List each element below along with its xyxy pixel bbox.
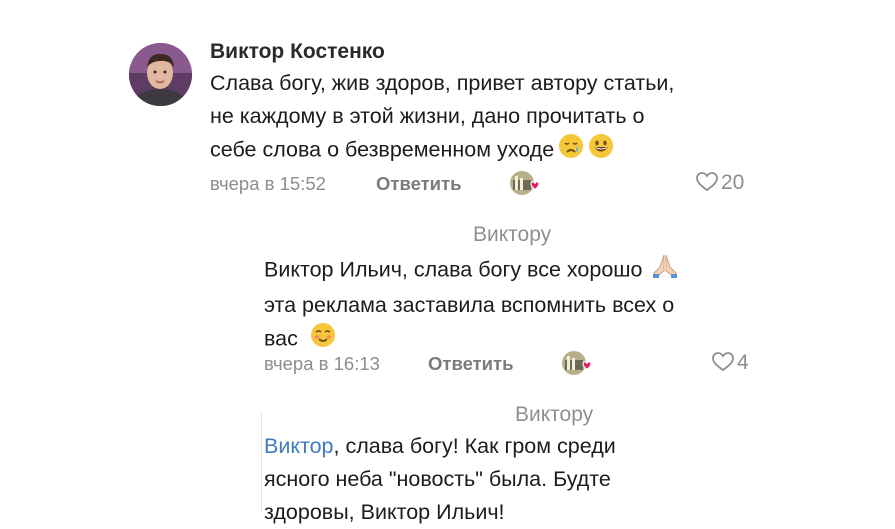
reply-to-label[interactable]: Виктору — [473, 223, 551, 247]
reply-text-line: ясного неба "новость" была. Будте — [264, 467, 611, 491]
reply-button[interactable]: Ответить — [428, 353, 514, 375]
reaction-avatar[interactable] — [561, 350, 592, 376]
reply-button[interactable]: Ответить — [376, 173, 462, 195]
crying-face-icon — [558, 133, 584, 169]
comment-text: Слава богу, жив здоров, привет автору ст… — [210, 67, 674, 169]
reply-text-line-content: Виктор Ильич, слава богу все хорошо — [264, 257, 643, 282]
reply-text-line: эта реклама заставила вспомнить всех о — [264, 293, 675, 317]
grinning-face-icon — [588, 133, 614, 169]
reaction-avatar[interactable] — [509, 170, 540, 196]
like-button[interactable]: 20 — [696, 171, 744, 195]
reply-text-line-content: вас — [264, 326, 298, 351]
comment-text-line: Слава богу, жив здоров, привет автору ст… — [210, 71, 675, 95]
reply-text-line: здоровы, Виктор Ильич! — [264, 500, 505, 524]
like-count: 20 — [721, 171, 745, 194]
avatar-viktor-kostenko[interactable] — [129, 43, 192, 106]
thread-divider — [261, 412, 262, 512]
comment-author[interactable]: Виктор Костенко — [210, 40, 385, 64]
reply-text: Виктор Ильич, слава богу все хорошо эта … — [264, 253, 679, 358]
comment-text-line: не каждому в этой жизни, дано прочитать … — [210, 104, 645, 128]
heart-outline-icon — [712, 352, 734, 372]
reply-text-line: Виктор Ильич, слава богу все хорошо — [264, 253, 679, 289]
reply-to-label[interactable]: Виктору — [515, 403, 593, 427]
comment-text-line-content: себе слова о безвременном уходе — [210, 137, 555, 162]
reply-text-line: Виктор, слава богу! Как гром среди — [264, 430, 616, 463]
reply-text: Виктор, слава богу! Как гром среди ясног… — [264, 430, 616, 529]
mention-link[interactable]: Виктор — [264, 434, 334, 458]
like-button[interactable]: 4 — [712, 351, 749, 375]
reply-text-line-content: , слава богу! Как гром среди — [333, 434, 616, 458]
reply-timestamp: вчера в 16:13 — [264, 353, 380, 374]
comment-timestamp: вчера в 15:52 — [210, 173, 326, 194]
like-count: 4 — [737, 351, 749, 374]
heart-outline-icon — [696, 172, 718, 192]
folded-hands-icon — [651, 253, 679, 289]
comment-text-line: себе слова о безвременном уходе — [210, 133, 674, 169]
